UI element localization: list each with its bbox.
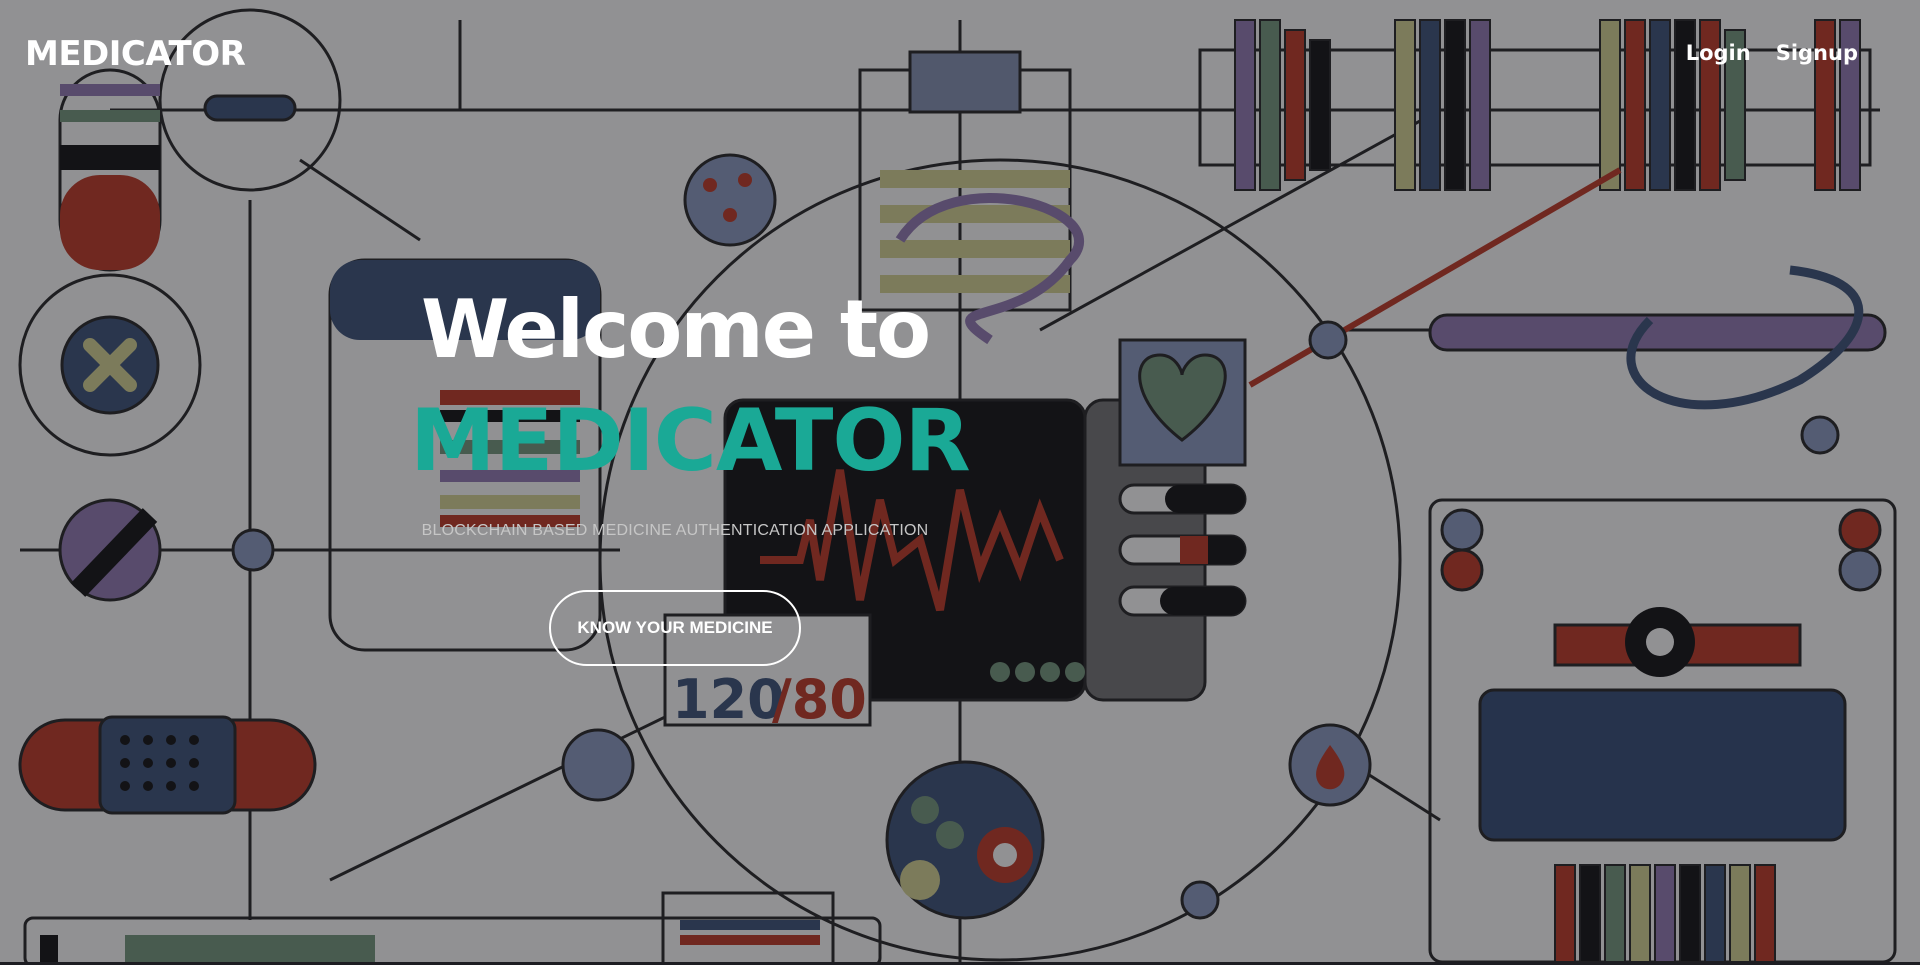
know-your-medicine-button[interactable]: KNOW YOUR MEDICINE: [549, 590, 801, 666]
welcome-text: Welcome to: [420, 283, 931, 376]
hero-brand-name: MEDICATOR: [410, 391, 971, 491]
hero-title: Welcome to MEDICATOR: [410, 283, 971, 491]
top-navbar: MEDICATOR Login Signup: [0, 0, 1920, 110]
brand-logo[interactable]: MEDICATOR: [25, 34, 246, 74]
signup-link[interactable]: Signup: [1776, 41, 1858, 65]
hero-tagline: BLOCKCHAIN BASED MEDICINE AUTHENTICATION…: [421, 522, 929, 539]
nav-links: Login Signup: [1686, 41, 1858, 65]
hero-section: Welcome to MEDICATOR BLOCKCHAIN BASED ME…: [410, 283, 971, 666]
login-link[interactable]: Login: [1686, 41, 1751, 65]
